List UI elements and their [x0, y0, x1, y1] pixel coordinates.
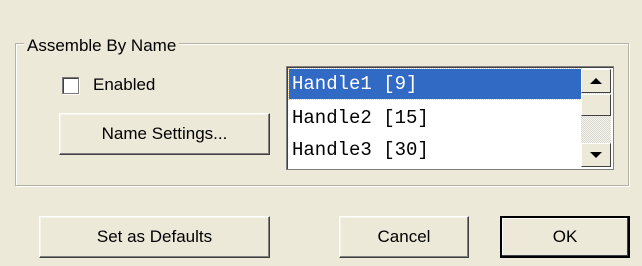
set-as-defaults-button[interactable]: Set as Defaults [39, 216, 270, 258]
vertical-scrollbar[interactable] [581, 69, 611, 167]
scroll-down-button[interactable] [581, 143, 611, 167]
scroll-up-button[interactable] [581, 69, 611, 93]
enabled-checkbox-row[interactable]: Enabled [62, 75, 155, 95]
ok-button[interactable]: OK [500, 216, 630, 258]
enabled-checkbox[interactable] [62, 76, 79, 94]
cancel-button[interactable]: Cancel [339, 216, 469, 258]
scroll-down-arrow-icon [590, 152, 602, 158]
handle-listbox[interactable]: Handle1 [9] Handle2 [15] Handle3 [30] [286, 66, 614, 170]
list-item[interactable]: Handle2 [15] [289, 103, 581, 133]
list-item[interactable]: Handle1 [9] [288, 68, 582, 100]
enabled-label[interactable]: Enabled [93, 75, 155, 95]
scroll-up-arrow-icon [590, 78, 602, 84]
list-item[interactable]: Handle3 [30] [289, 135, 581, 165]
scrollbar-thumb[interactable] [581, 94, 611, 116]
group-title: Assemble By Name [24, 36, 180, 56]
name-settings-button[interactable]: Name Settings... [59, 113, 270, 155]
